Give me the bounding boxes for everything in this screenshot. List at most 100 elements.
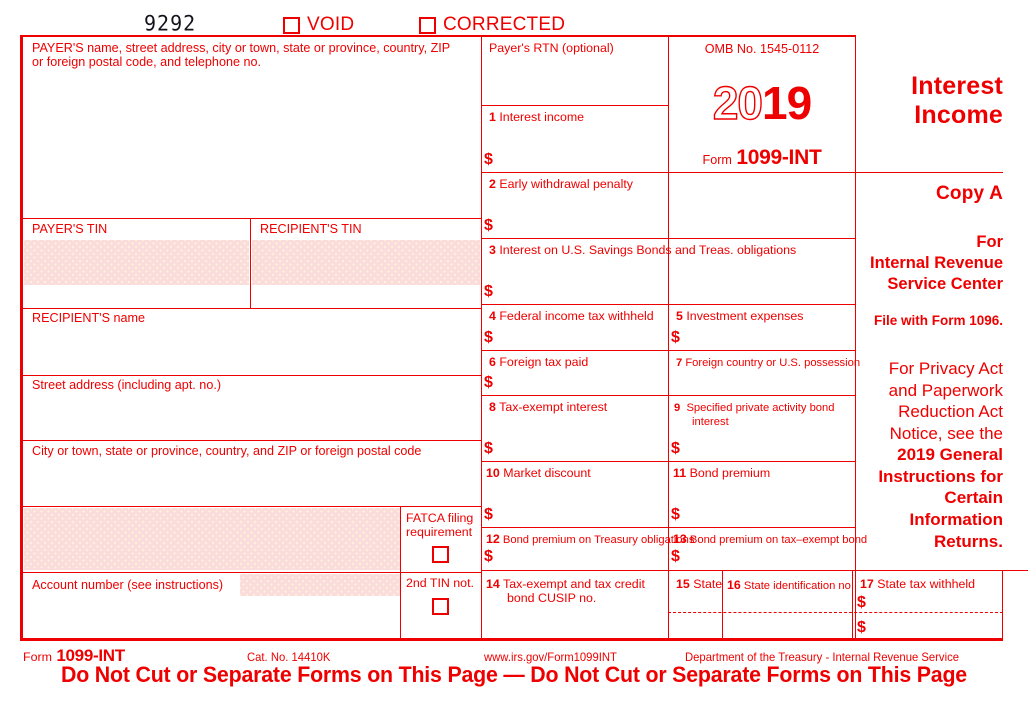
fatca-checkbox[interactable] [432,546,449,563]
tax-year-prefix: 20 [712,77,764,129]
fatca-label-line2: requirement [406,525,473,539]
box-4-dollar: $ [484,329,493,346]
void-checkbox[interactable] [283,17,300,34]
form-1099-int-page: 9292 VOID CORRECTED PAYER'S name, street… [0,0,1028,716]
box-10-label: 10 Market discount [486,466,591,480]
privacy-bold-3: Certain [944,488,1003,508]
page-title: Interest Income [860,72,1003,130]
box-11-dollar: $ [671,506,680,523]
grid-left-border [20,35,23,640]
box-6-label: 6 Foreign tax paid [489,355,589,369]
payer-tin-label: PAYER'S TIN [32,222,108,236]
rule-b3-b4 [481,304,856,305]
form-identifier: Form 1099-INT [669,146,855,170]
privacy-line-4: Notice, see the [889,423,1003,443]
column-divider-left-middle [481,35,482,640]
box-3-dollar: $ [484,283,493,300]
box-17-label: 17 State tax withheld [860,577,976,591]
box-17-dollar-1: $ [857,594,866,611]
grid-right-border [1002,570,1003,640]
box-12-number: 12 [486,532,500,546]
box-4-label: 4 Federal income tax withheld [489,309,654,323]
box-16-label: 16 State identification no. [727,578,854,592]
box-10-dollar: $ [484,506,493,523]
void-label: VOID [307,14,355,35]
box-1-label: 1 Interest income [489,110,585,124]
box-12-dollar: $ [484,548,493,565]
privacy-line-1: For Privacy Act [888,359,1003,378]
box-13-dollar: $ [671,548,680,565]
extra-entry-shade[interactable] [24,508,400,570]
rule-b1-b2 [481,172,856,173]
form-control-number: 9292 [144,10,197,36]
rule-b8-b10 [481,461,856,462]
file-with-note: File with Form 1096. [873,313,1003,328]
box-1-dollar: $ [484,151,493,168]
privacy-bold-5: Returns. [934,531,1003,551]
column-divider-right-instructions [855,35,856,640]
box-15-label: 15 State [676,577,723,591]
recipient-tin-entry[interactable] [252,240,480,285]
city-state-zip-label: City or town, state or province, country… [32,444,422,458]
privacy-bold-2: Instructions for [878,466,1003,486]
box-9-label-line2: interest [692,416,729,428]
recipient-tin-label: RECIPIENT'S TIN [260,222,362,236]
rule-tin-split [250,218,251,308]
irs-destination-line2: Service Center [887,274,1003,293]
recipient-name-label: RECIPIENT'S name [32,311,145,325]
payer-tin-entry[interactable] [24,240,249,285]
omb-number: OMB No. 1545-0112 [704,42,820,56]
box-9-number: 9 [674,402,681,414]
privacy-line-3: Reduction Act [898,402,1003,422]
box-5-dollar: $ [671,329,680,346]
rule-state-dashed [668,612,1003,613]
box-9-dollar: $ [671,440,680,457]
payer-rtn-label: Payer's RTN (optional) [489,41,614,55]
rule-b6-b8 [481,395,856,396]
tax-year: 2019 [669,77,855,129]
box-8-number: 8 [489,400,496,414]
page-title-line1: Interest [911,72,1003,100]
box-3-label: 3 Interest on U.S. Savings Bonds and Tre… [489,243,797,257]
box-8-dollar: $ [484,440,493,457]
box-2-dollar: $ [484,217,493,234]
box-14-label-line2: bond CUSIP no. [507,591,597,605]
form-word: Form [702,153,732,167]
do-not-cut-notice: Do Not Cut or Separate Forms on This Pag… [60,662,967,687]
street-address-label: Street address (including apt. no.) [32,378,222,392]
box-7-label: 7 Foreign country or U.S. possession [676,357,861,369]
irs-destination-for: For [976,233,1003,251]
irs-destination: For Internal Revenue Service Center [860,232,1003,294]
box-2-number: 2 [489,177,496,191]
box-15-number: 15 [676,577,690,591]
grid-top-border [20,35,856,37]
box-3-number: 3 [489,243,496,257]
rule-left-street [20,375,481,376]
rule-b2-b3 [481,238,856,239]
corrected-label: CORRECTED [443,14,566,35]
box-14-number: 14 [486,577,500,591]
payer-name-label: PAYER'S name, street address, city or to… [32,41,450,69]
box-14-label: 14 Tax-exempt and tax credit [486,577,645,591]
privacy-bold-4: Information [909,510,1004,530]
rule-b4-b6 [481,350,856,351]
corrected-checkbox[interactable] [419,17,436,34]
box-6-dollar: $ [484,374,493,391]
rule-b12-b14 [481,570,1028,571]
box-5-label: 5 Investment expenses [676,309,804,323]
box-4-number: 4 [489,309,496,323]
second-tin-checkbox[interactable] [432,598,449,615]
account-number-entry[interactable] [240,574,400,596]
tax-year-suffix: 19 [762,77,812,129]
box-11-label: 11 Bond premium [673,466,771,480]
box-7-number: 7 [676,357,683,369]
box-16-number: 16 [727,578,741,592]
rule-fatca-split [400,506,401,640]
box-11-number: 11 [673,466,687,480]
box-13-label: 13 Bond premium on tax–exempt bond [673,532,868,546]
rule-b10-b12 [481,527,856,528]
form-name: 1099-INT [736,146,822,169]
box-13-number: 13 [673,532,687,546]
box-5-number: 5 [676,309,683,323]
box-1-number: 1 [489,110,496,124]
